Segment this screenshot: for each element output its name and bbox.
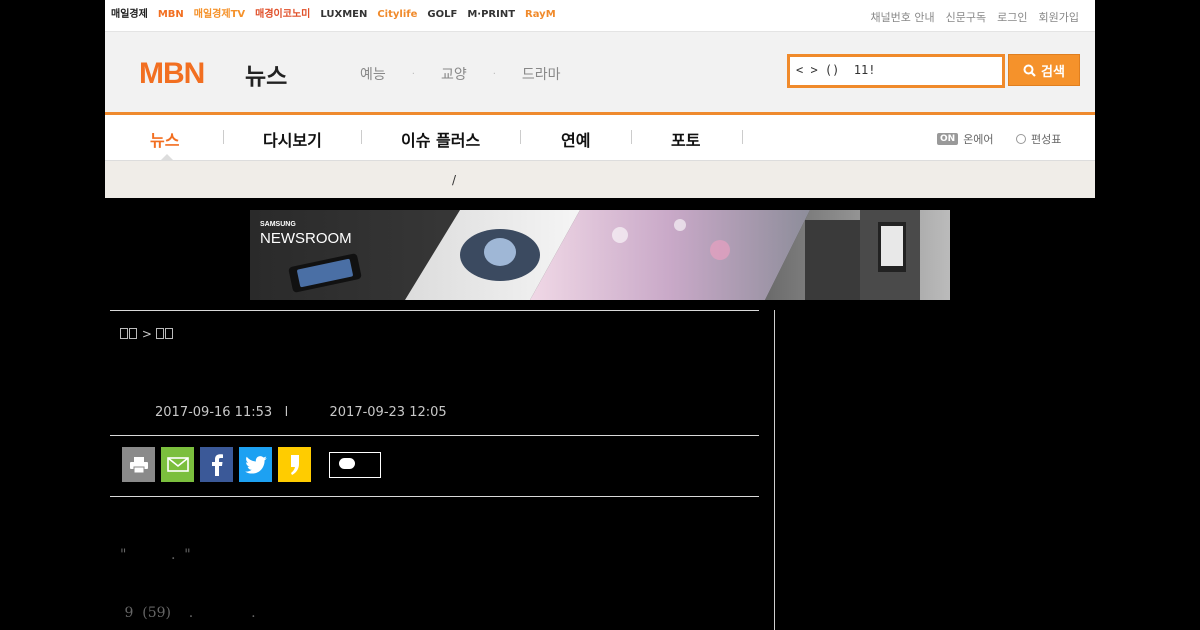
breadcrumb-glyph (155, 328, 164, 339)
brand-link[interactable]: RayM (525, 9, 556, 21)
print-button[interactable] (122, 447, 155, 482)
onair-link[interactable]: ON 온에어 (937, 131, 994, 147)
article-body-line: 9 (59) . . (120, 605, 256, 621)
mbn-logo[interactable]: MBN (139, 57, 205, 91)
utility-link[interactable]: 회원가입 (1039, 9, 1079, 25)
news-section-title[interactable]: 뉴스 (245, 57, 287, 91)
clock-icon (1016, 134, 1026, 144)
facebook-icon (211, 453, 223, 476)
breadcrumb-glyph (120, 328, 128, 339)
utility-links: 채널번호 안내 신문구독 로그인 회원가입 (870, 9, 1079, 25)
twitter-share-button[interactable] (239, 447, 272, 482)
nav-item-entertainment[interactable]: 연예 (561, 127, 590, 151)
subnav-item-entertainment[interactable]: 예능 (360, 64, 386, 84)
article-dates: 2017-09-16 11:53 l 2017-09-23 12:05 (155, 405, 447, 420)
nav-separator (223, 130, 224, 144)
search-button-label: 검색 (1041, 64, 1065, 80)
date-separator: l (284, 405, 289, 420)
search-input[interactable] (790, 57, 1000, 83)
print-icon (129, 456, 148, 473)
kakaostory-share-button[interactable] (278, 447, 311, 482)
main-navigation: 뉴스 다시보기 이슈 플러스 연예 포토 ON 온에어 편성표 (105, 115, 1095, 161)
email-icon (166, 457, 189, 472)
samsung-newsroom-banner[interactable]: SAMSUNG NEWSROOM (250, 210, 950, 300)
breadcrumb-glyph (129, 328, 137, 339)
kakaostory-icon (290, 454, 299, 475)
brand-link[interactable]: 매일경제 (111, 9, 148, 21)
email-share-button[interactable] (161, 447, 194, 482)
brand-link[interactable]: 매경이코노미 (255, 9, 310, 21)
nav-separator (631, 130, 632, 144)
nav-item-photo[interactable]: 포토 (671, 127, 700, 151)
comment-icon (339, 458, 355, 469)
nav-item-news[interactable]: 뉴스 (150, 127, 179, 151)
onair-badge: ON (937, 133, 959, 145)
share-top-rule (110, 435, 759, 436)
article-breadcrumb[interactable]: > (120, 327, 174, 341)
subnav-item-drama[interactable]: 드라마 (522, 64, 561, 84)
comment-count-button[interactable] (329, 452, 381, 478)
column-divider (774, 310, 775, 630)
nav-item-issue-plus[interactable]: 이슈 플러스 (401, 127, 480, 151)
banner-brand-small: SAMSUNG (260, 221, 296, 228)
subnav-separator: · (411, 68, 415, 80)
search-button[interactable]: 검색 (1008, 54, 1080, 86)
utility-link[interactable]: 채널번호 안내 (870, 9, 934, 25)
subnav-item-education[interactable]: 교양 (441, 64, 467, 84)
updated-date: 2017-09-23 12:05 (329, 405, 447, 420)
schedule-link[interactable]: 편성표 (1016, 131, 1061, 147)
article-top-rule (110, 310, 759, 311)
nav-separator (520, 130, 521, 144)
subnav-separator: · (492, 68, 496, 80)
search-field (787, 54, 1005, 88)
breadcrumb-separator: > (141, 327, 152, 341)
utility-link[interactable]: 신문구독 (946, 9, 986, 25)
brand-link[interactable]: LUXMEN (320, 9, 367, 21)
share-buttons (122, 447, 311, 482)
brand-link[interactable]: GOLF (427, 9, 457, 21)
article-body-line: " . " (120, 547, 191, 563)
banner-brand-big: NEWSROOM (260, 230, 352, 247)
family-site-bar: 매일경제 MBN 매일경제TV 매경이코노미 LUXMEN Citylife GOLF M·P… (105, 0, 1095, 32)
brand-links: 매일경제 MBN 매일경제TV 매경이코노미 LUXMEN Citylife GOLF M·P… (111, 9, 556, 21)
onair-label: 온에어 (963, 133, 994, 146)
nav-separator (361, 130, 362, 144)
brand-link[interactable]: Citylife (377, 9, 417, 21)
nav-item-replay[interactable]: 다시보기 (263, 127, 322, 151)
schedule-label: 편성표 (1031, 133, 1062, 146)
posted-date: 2017-09-16 11:53 (155, 405, 273, 420)
nav-separator (742, 130, 743, 144)
sub-navigation: 예능 · 교양 · 드라마 (360, 64, 561, 84)
breadcrumb-glyph (164, 328, 173, 339)
breadcrumb-strip: / (105, 161, 1095, 198)
twitter-icon (244, 455, 267, 474)
brand-link[interactable]: MBN (158, 9, 184, 21)
facebook-share-button[interactable] (200, 447, 233, 482)
site-header: MBN 뉴스 예능 · 교양 · 드라마 검색 (105, 32, 1095, 115)
share-bottom-rule (110, 496, 759, 497)
brand-link[interactable]: 매일경제TV (194, 9, 245, 21)
banner-image: SAMSUNG NEWSROOM (250, 210, 950, 300)
brand-link[interactable]: M·PRINT (467, 9, 515, 21)
search-icon (1023, 64, 1036, 77)
strip-separator: / (452, 173, 457, 187)
utility-link[interactable]: 로그인 (997, 9, 1027, 25)
active-tab-indicator (161, 154, 173, 160)
